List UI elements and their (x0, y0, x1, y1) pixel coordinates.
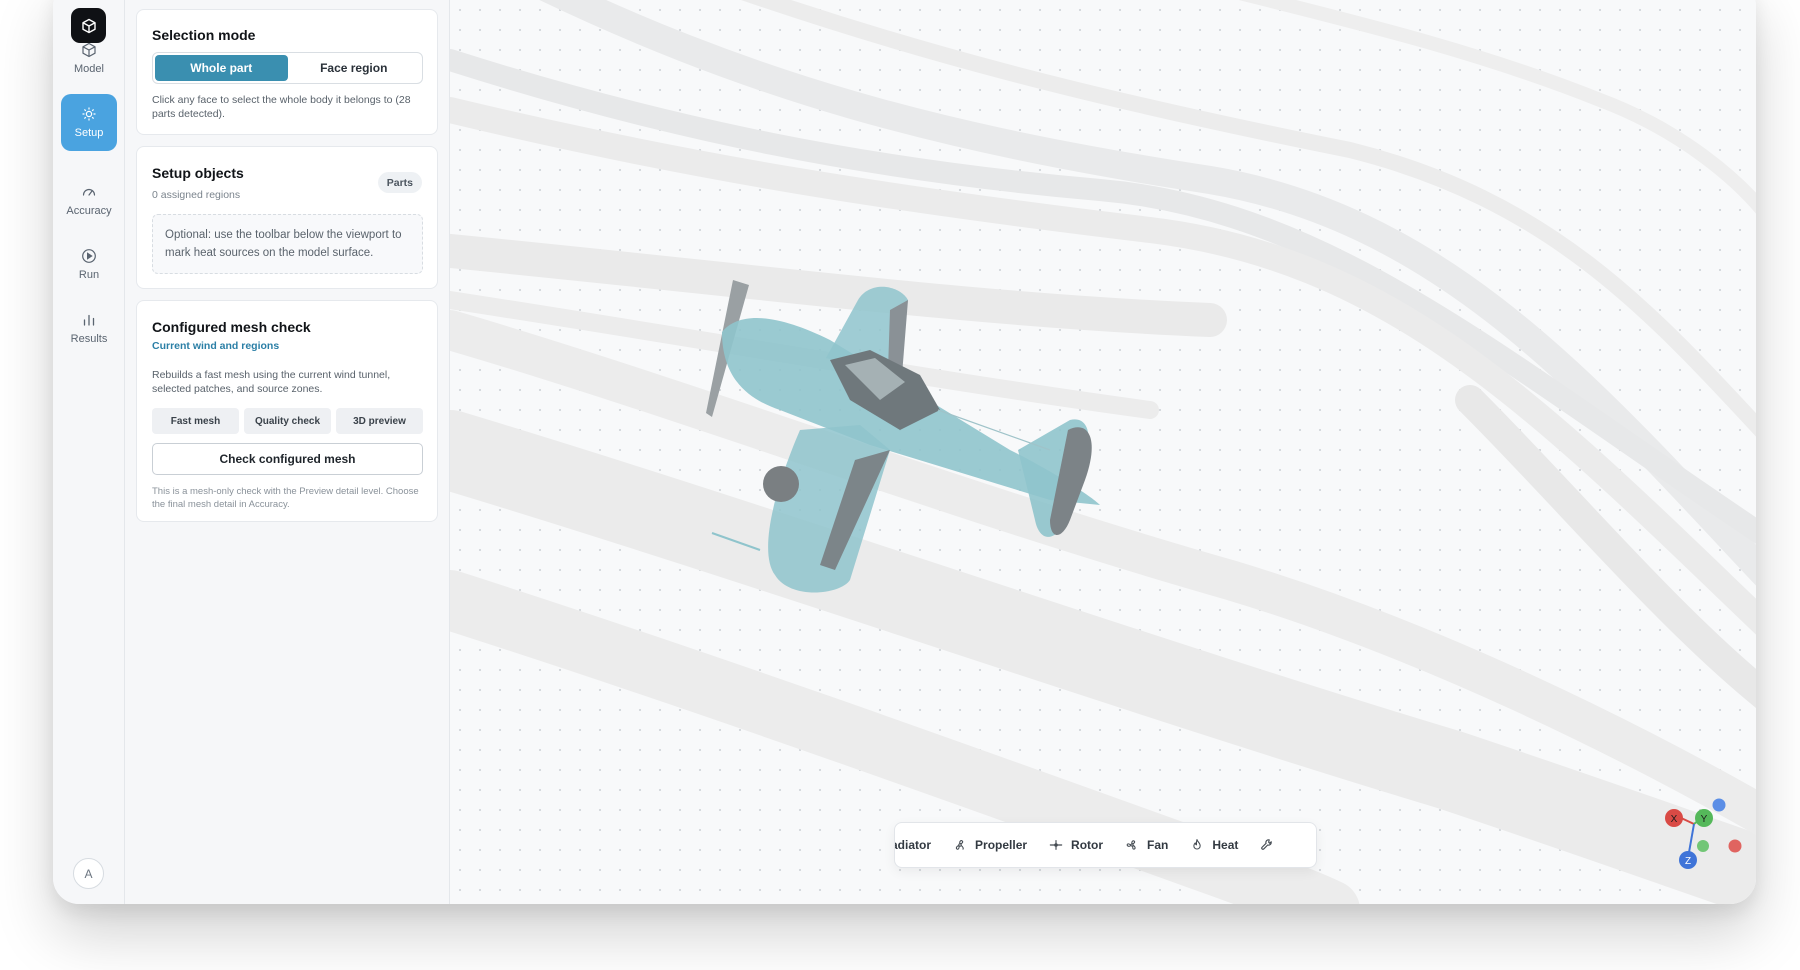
nav-accuracy-label: Accuracy (66, 205, 112, 217)
axis-z-handle[interactable]: Z (1679, 851, 1697, 869)
gauge-icon (82, 188, 96, 196)
setup-objects-note: Optional: use the toolbar below the view… (152, 214, 423, 274)
mesh-check-title: Configured mesh check (152, 319, 311, 335)
tool-rotor[interactable]: Rotor (1038, 823, 1114, 867)
wrench-icon (1261, 839, 1273, 850)
tool-fan[interactable]: Fan (1114, 823, 1179, 867)
propeller-icon (955, 840, 964, 850)
selection-mode-hint: Click any face to select the whole body … (152, 94, 411, 120)
avatar[interactable]: A (73, 858, 104, 889)
axis-y-handle[interactable]: Y (1695, 809, 1713, 827)
cube-icon (82, 42, 96, 58)
nav-run-label: Run (78, 269, 100, 281)
tool-more[interactable] (1249, 823, 1285, 867)
svg-text:Y: Y (1701, 814, 1708, 825)
tool-propeller[interactable]: Propeller (942, 823, 1038, 867)
rotor-icon (1049, 840, 1063, 850)
source-toolbar: adiator Propeller Rotor Fan Heat (894, 822, 1317, 868)
flow-streamlines (450, 0, 1756, 904)
mesh-check-card: Configured mesh check Current wind and r… (136, 300, 438, 522)
setup-objects-card: Setup objects 0 assigned regions Parts O… (136, 146, 438, 289)
nav-model[interactable]: Model (61, 30, 117, 87)
nav-rail: Model Setup Accuracy Run Results A (53, 0, 125, 904)
mesh-check-description: Rebuilds a fast mesh using the current w… (152, 369, 391, 395)
nav-accuracy[interactable]: Accuracy (61, 172, 117, 229)
tool-fan-label: Fan (1147, 838, 1169, 852)
nav-results[interactable]: Results (61, 300, 117, 357)
setup-panel: Selection mode Whole part Face region Cl… (125, 0, 450, 904)
selection-mode-card: Selection mode Whole part Face region Cl… (136, 9, 438, 135)
face-region-option[interactable]: Face region (288, 55, 421, 81)
nav-setup-label: Setup (74, 127, 104, 139)
sun-gear-icon (82, 107, 96, 121)
check-configured-mesh-button[interactable]: Check configured mesh (152, 443, 423, 475)
axis-x-handle[interactable]: X (1665, 809, 1683, 827)
app-window: Model Setup Accuracy Run Results A Selec… (53, 0, 1756, 904)
3d-preview-chip[interactable]: 3D preview (336, 408, 423, 434)
play-circle-icon (82, 249, 96, 263)
fast-mesh-chip[interactable]: Fast mesh (152, 408, 239, 434)
tool-heat-label: Heat (1212, 838, 1239, 852)
tool-propeller-label: Propeller (975, 838, 1028, 852)
selection-mode-toggle: Whole part Face region (152, 52, 423, 84)
bar-chart-icon (83, 314, 95, 326)
parts-badge: Parts (377, 172, 422, 193)
axis-gizmo[interactable]: X Y Z (1646, 792, 1756, 882)
selection-mode-title: Selection mode (152, 27, 256, 43)
mesh-check-chips: Fast mesh Quality check 3D preview (152, 408, 423, 434)
fan-icon (1126, 840, 1136, 850)
tool-radiator[interactable]: adiator (894, 823, 942, 867)
mesh-check-footnote: This is a mesh-only check with the Previ… (152, 486, 419, 510)
svg-text:X: X (1671, 814, 1678, 825)
quality-check-chip[interactable]: Quality check (244, 408, 331, 434)
mesh-check-subtitle: Current wind and regions (152, 340, 280, 352)
whole-part-option[interactable]: Whole part (155, 55, 288, 81)
setup-objects-title: Setup objects (152, 165, 244, 181)
nav-setup[interactable]: Setup (61, 94, 117, 151)
nav-model-label: Model (74, 63, 104, 75)
nav-run[interactable]: Run (61, 236, 117, 293)
tool-heat[interactable]: Heat (1179, 823, 1249, 867)
tool-radiator-label: adiator (894, 838, 932, 852)
tool-rotor-label: Rotor (1071, 838, 1104, 852)
flame-icon (1193, 839, 1202, 850)
setup-objects-subtitle: 0 assigned regions (152, 189, 241, 201)
3d-viewport[interactable]: adiator Propeller Rotor Fan Heat X Y Z (450, 0, 1756, 904)
svg-text:Z: Z (1685, 856, 1691, 867)
nav-results-label: Results (70, 333, 108, 345)
